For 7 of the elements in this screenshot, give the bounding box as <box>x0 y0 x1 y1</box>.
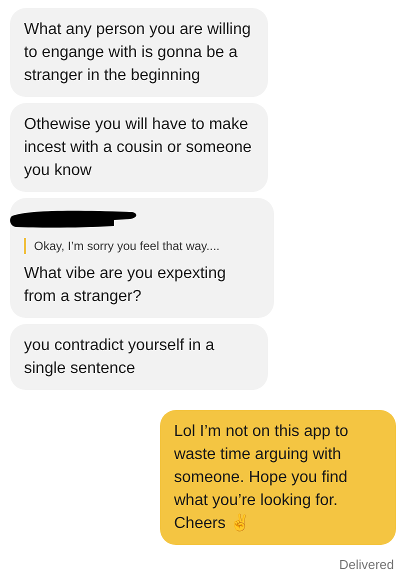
message-text: Lol I’m not on this app to waste time arguing with someone. Hope you find what you’re looking for. Cheers ✌ <box>174 422 350 534</box>
message-text: What vibe are you expexting from a stranger? <box>24 264 227 307</box>
quoted-message: Okay, I’m sorry you feel that way.... <box>24 238 260 254</box>
delivery-status: Delivered <box>339 556 394 574</box>
message-text: Othewise you will have to make incest with a cousin or someone you know <box>24 115 253 181</box>
message-text: What any person you are willing to engange with is gonna be a stranger in the beginning <box>24 20 252 86</box>
message-text: you contradict yourself in a single sentence <box>24 336 216 379</box>
